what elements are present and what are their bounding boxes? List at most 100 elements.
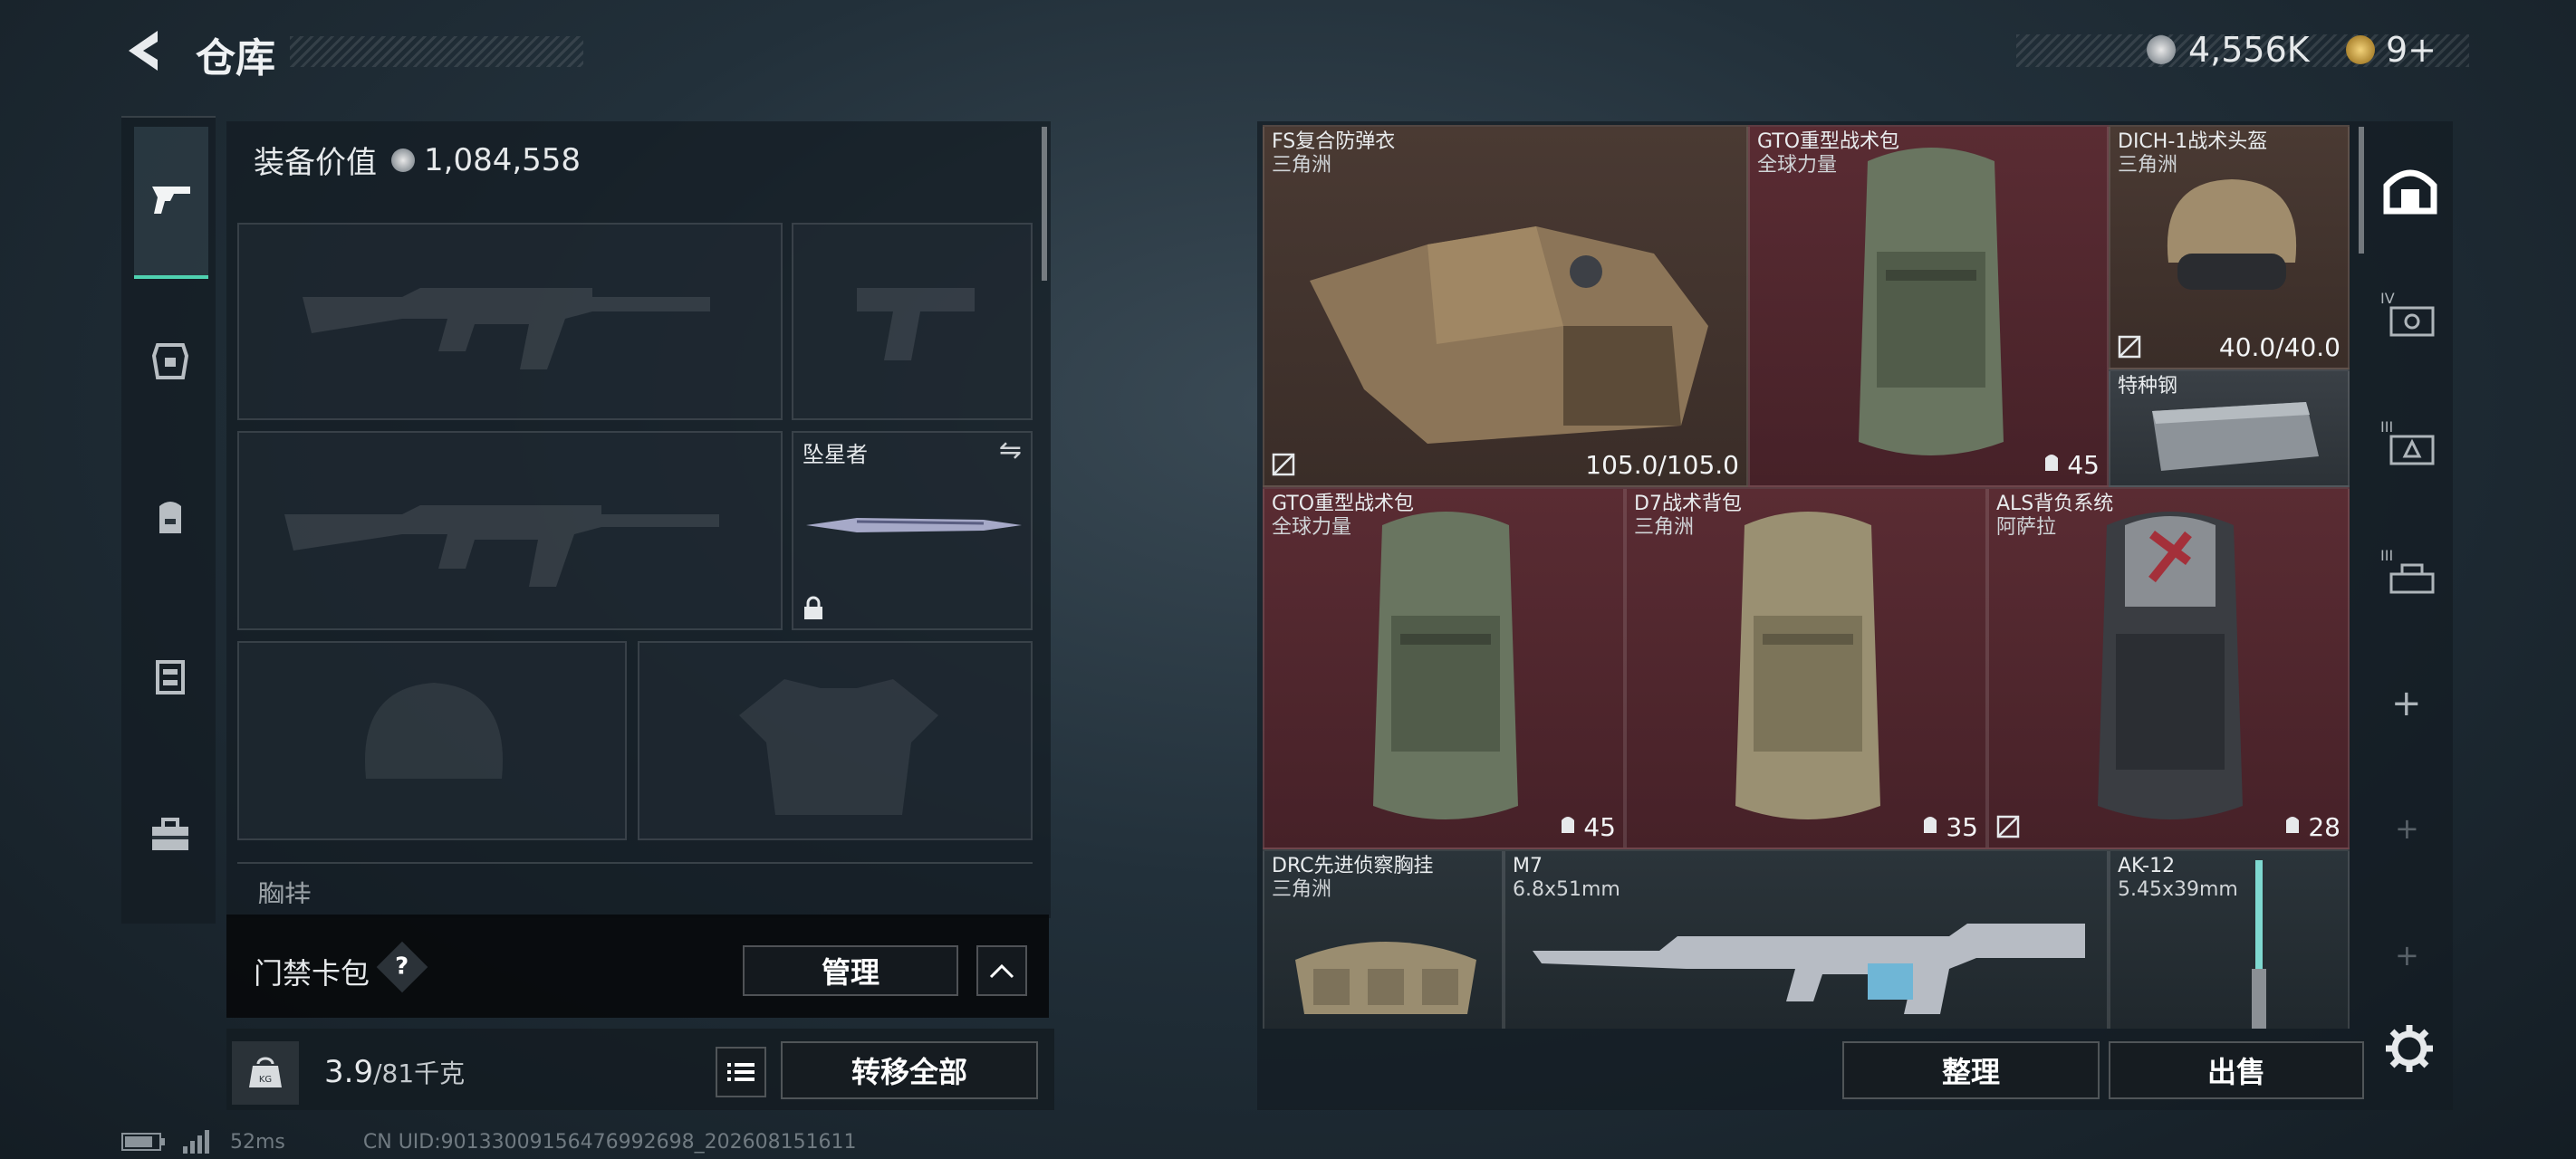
tab-chest-rig[interactable] <box>148 654 193 699</box>
item-dich-helmet[interactable]: DICH-1战术头盔 三角洲 40.0/40.0 <box>2109 125 2350 369</box>
item-gto-backpack-2[interactable]: GTO重型战术包 全球力量 45 <box>1263 487 1625 849</box>
backpack-image <box>1735 512 1880 819</box>
item-sub: 全球力量 <box>1272 516 1352 539</box>
sell-button[interactable]: 出售 <box>2109 1041 2364 1099</box>
swap-icon[interactable]: ⇋ <box>999 435 1022 466</box>
item-m7-rifle[interactable]: M7 6.8x51mm <box>1504 849 2109 1029</box>
add-storage-button-2[interactable]: + <box>2395 811 2419 846</box>
list-view-button[interactable] <box>716 1047 766 1097</box>
primary-weapon-slot-2[interactable] <box>237 431 783 630</box>
equip-value-label: 装备价值 <box>254 145 377 181</box>
capacity-icon <box>1924 817 1937 833</box>
case-icon <box>2389 435 2435 465</box>
page-title: 仓库 <box>196 35 275 81</box>
item-fs-vest[interactable]: FS复合防弹衣 三角洲 105.0/105.0 <box>1263 125 1748 487</box>
armor-slot[interactable] <box>638 641 1033 840</box>
steel-ingot-image <box>2152 402 2319 471</box>
gold-coin-icon <box>2346 35 2375 64</box>
backpack-icon <box>159 502 181 533</box>
item-ak12[interactable]: AK-12 5.45x39mm <box>2109 849 2350 1029</box>
chevron-up-icon <box>989 963 1014 979</box>
signal-icon <box>183 1130 209 1154</box>
item-name: AK-12 <box>2118 855 2176 877</box>
no-insure-icon <box>2118 335 2141 359</box>
no-insure-icon <box>1272 453 1295 476</box>
armor-silhouette-icon <box>739 679 938 815</box>
tab-backpack[interactable] <box>148 494 193 540</box>
title-hatch-decoration <box>290 36 583 67</box>
collapse-button[interactable] <box>976 945 1027 996</box>
melee-slot[interactable]: 坠星者 ⇋ <box>792 431 1033 630</box>
item-sub: 三角洲 <box>1272 878 1332 901</box>
lock-icon <box>804 596 822 619</box>
item-sub: 5.45x39mm <box>2118 878 2238 901</box>
storage-tab-main[interactable] <box>2380 159 2440 219</box>
add-storage-button-3[interactable]: + <box>2395 938 2419 972</box>
chest-section-header: 胸挂 <box>237 862 1033 904</box>
back-arrow-icon <box>129 31 158 71</box>
capacity-icon <box>1562 817 1574 833</box>
item-sub: 全球力量 <box>1757 154 1838 177</box>
durability-value: 40.0/40.0 <box>2218 332 2341 362</box>
chest-rig-icon <box>156 660 185 694</box>
chest-section-label: 胸挂 <box>257 880 312 904</box>
weight-value: 3.9 <box>324 1054 374 1090</box>
transfer-all-button[interactable]: 转移全部 <box>781 1041 1038 1099</box>
storage-tab-4[interactable]: III <box>2380 547 2440 601</box>
settings-button[interactable] <box>2384 1023 2438 1078</box>
currency-display[interactable]: 4,556K <box>2147 27 2310 72</box>
equipment-scrollbar[interactable] <box>1042 127 1047 281</box>
storage-grid: FS复合防弹衣 三角洲 105.0/105.0 GTO重型战术包 全球力量 45… <box>1263 125 2350 1029</box>
item-drc-chest-rig[interactable]: DRC先进侦察胸挂 三角洲 <box>1263 849 1504 1029</box>
status-bar: 52ms CN UID:90133009156476992698_2026081… <box>121 1130 857 1154</box>
back-button[interactable] <box>121 25 167 76</box>
rifle-silhouette-icon <box>284 505 719 587</box>
capacity-value: 45 <box>2067 450 2100 480</box>
case-icon <box>2389 306 2435 337</box>
armor-icon <box>152 343 188 379</box>
item-als-carrier[interactable]: ALS背负系统 阿萨拉 28 <box>1987 487 2350 849</box>
storage-tab-2[interactable]: IV <box>2380 290 2440 344</box>
storage-scrollbar[interactable] <box>2359 127 2364 254</box>
uid-text: CN UID:90133009156476992698_202608151611 <box>362 1130 857 1154</box>
manage-button[interactable]: 管理 <box>743 945 958 996</box>
weight-readout: 3.9 /81千克 <box>324 1054 465 1090</box>
toolbox-icon <box>152 818 188 850</box>
item-name: DRC先进侦察胸挂 <box>1272 855 1434 877</box>
tab-weapons[interactable] <box>134 127 208 279</box>
storage-tab-3[interactable]: III <box>2380 418 2440 473</box>
gear-icon <box>2386 1025 2433 1072</box>
battery-icon <box>121 1133 165 1151</box>
knife-icon <box>806 518 1022 532</box>
durability-value: 105.0/105.0 <box>1585 450 1739 480</box>
primary-weapon-slot-1[interactable] <box>237 223 783 420</box>
gold-display[interactable]: 9+ <box>2346 27 2437 72</box>
capacity-value: 45 <box>1583 812 1616 842</box>
item-sub: 三角洲 <box>1634 516 1695 539</box>
coin-icon <box>391 148 415 172</box>
weight-kg-icon: KG <box>249 1057 282 1087</box>
warehouse-icon <box>2383 169 2437 215</box>
pistol-silhouette-icon <box>857 288 975 360</box>
item-gto-backpack-1[interactable]: GTO重型战术包 全球力量 45 <box>1748 125 2109 487</box>
tab-toolbox[interactable] <box>148 813 193 858</box>
item-name: M7 <box>1513 855 1543 877</box>
helmet-image <box>2167 179 2297 290</box>
item-name: FS复合防弹衣 <box>1272 130 1396 153</box>
gold-value: 9+ <box>2386 30 2437 70</box>
no-insure-icon <box>1996 815 2020 838</box>
item-d7-backpack[interactable]: D7战术背包 三角洲 35 <box>1625 487 1987 849</box>
rifle-vertical-image <box>2252 860 2266 1029</box>
backpack-image <box>1373 512 1518 819</box>
pistol-slot[interactable] <box>792 223 1033 420</box>
chest-rig-image <box>1295 942 1476 1014</box>
weight-unit: /81千克 <box>373 1058 466 1088</box>
weight-icon-box: KG <box>232 1041 299 1105</box>
tab-armor[interactable] <box>148 339 193 384</box>
svg-text:KG: KG <box>259 1075 272 1085</box>
add-storage-button-1[interactable]: + <box>2391 683 2422 724</box>
coin-icon <box>2147 35 2176 64</box>
item-special-steel[interactable]: 特种钢 <box>2109 369 2350 487</box>
helmet-slot[interactable] <box>237 641 627 840</box>
organize-button[interactable]: 整理 <box>1842 1041 2100 1099</box>
